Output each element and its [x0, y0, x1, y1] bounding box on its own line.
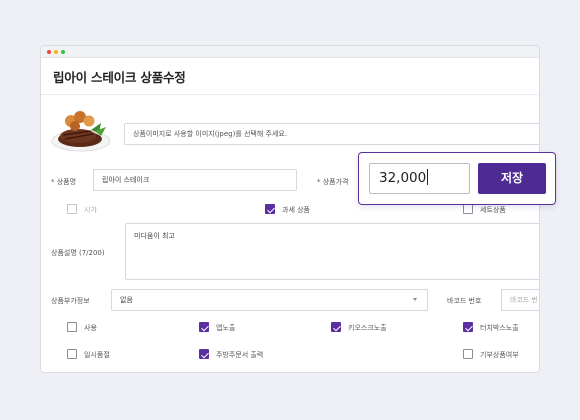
- kitchen-print-label: 주방주문서 출력: [216, 351, 264, 359]
- minimize-window-dot[interactable]: [54, 50, 58, 54]
- use-label: 사용: [84, 324, 97, 332]
- description-label: 상품설명 (7/200): [51, 249, 105, 257]
- description-textarea[interactable]: 미디움이 최고: [125, 223, 539, 280]
- touchbox-exposure-label: 터치박스노출: [480, 324, 519, 332]
- save-button[interactable]: 저장: [478, 163, 546, 194]
- sold-out-checkbox[interactable]: [67, 349, 77, 359]
- price-value: 32,000: [379, 170, 427, 186]
- maximize-window-dot[interactable]: [61, 50, 65, 54]
- close-window-dot[interactable]: [47, 50, 51, 54]
- extra-info-selected: 없음: [120, 296, 133, 304]
- set-product-label: 세트상품: [480, 206, 506, 214]
- kiosk-exposure-checkbox[interactable]: [331, 322, 341, 332]
- taxable-checkbox[interactable]: [265, 204, 275, 214]
- page-title: 립아이 스테이크 상품수정: [53, 70, 186, 85]
- use-checkbox[interactable]: [67, 322, 77, 332]
- sold-out-label: 일시품절: [84, 351, 110, 359]
- product-name-input[interactable]: 립아이 스테이크: [93, 169, 297, 191]
- set-product-checkbox[interactable]: [463, 204, 473, 214]
- price-edit-popup: 32,000 저장: [358, 152, 556, 205]
- market-price-label: 시가: [84, 206, 97, 214]
- product-thumbnail[interactable]: [51, 103, 111, 155]
- kiosk-exposure-label: 키오스크노출: [348, 324, 387, 332]
- divider: [41, 94, 539, 95]
- market-price-checkbox[interactable]: [67, 204, 77, 214]
- kitchen-print-checkbox[interactable]: [199, 349, 209, 359]
- product-edit-window: 립아이 스테이크 상품수정 상품이미지로 사용할 이미지(jpeg)를 선택해 …: [40, 45, 540, 373]
- window-titlebar: [41, 46, 539, 58]
- donation-checkbox[interactable]: [463, 349, 473, 359]
- taxable-label: 과세 상품: [282, 206, 310, 214]
- image-file-input[interactable]: 상품이미지로 사용할 이미지(jpeg)를 선택해 주세요.: [124, 123, 539, 145]
- app-exposure-label: 앱노출: [216, 324, 236, 332]
- product-price-label: * 상품가격: [317, 178, 349, 186]
- price-input[interactable]: 32,000: [369, 163, 470, 194]
- donation-label: 기부상품여부: [480, 351, 519, 359]
- product-name-label: * 상품명: [51, 178, 77, 186]
- text-caret: [427, 169, 429, 185]
- app-exposure-checkbox[interactable]: [199, 322, 209, 332]
- extra-info-select[interactable]: 없음: [111, 289, 428, 311]
- chevron-down-icon: [413, 298, 417, 301]
- barcode-input[interactable]: 바코드 번: [501, 289, 539, 311]
- extra-info-label: 상품부가정보: [51, 297, 90, 305]
- barcode-label: 바코드 번호: [447, 297, 482, 305]
- touchbox-exposure-checkbox[interactable]: [463, 322, 473, 332]
